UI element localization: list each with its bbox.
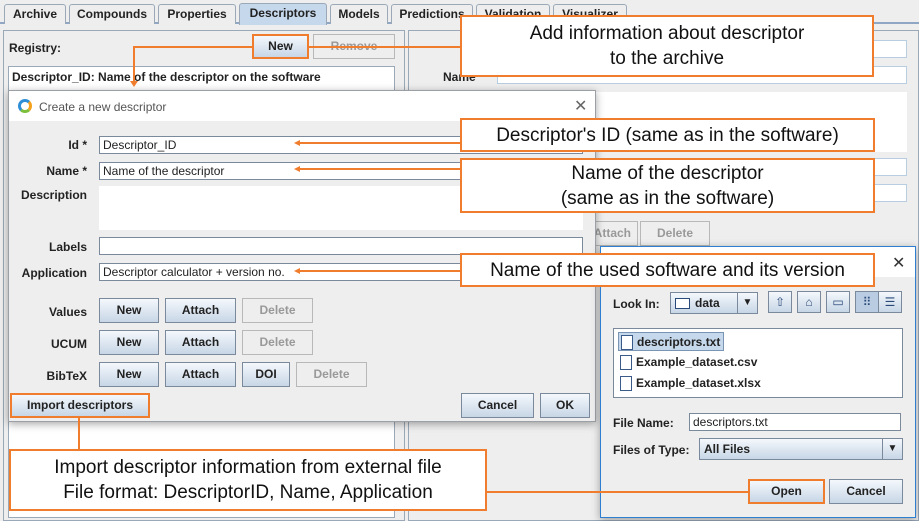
file-item[interactable]: Example_dataset.csv — [618, 353, 757, 372]
ucum-delete-button[interactable]: Delete — [242, 330, 313, 355]
look-in-label: Look In: — [613, 297, 660, 311]
new-descriptor-button[interactable]: New — [252, 34, 309, 59]
connector-line — [133, 46, 252, 48]
id-label: Id * — [68, 138, 87, 152]
new-folder-icon[interactable]: ▭ — [826, 291, 850, 313]
name-label: Name * — [46, 164, 87, 178]
file-dialog-close-icon[interactable]: ✕ — [892, 253, 905, 273]
callout-import: Import descriptor information from exter… — [9, 449, 487, 511]
close-icon[interactable]: ✕ — [574, 96, 587, 116]
folder-icon — [675, 298, 690, 309]
connector-line — [309, 46, 460, 48]
arrowhead — [130, 81, 138, 87]
app-logo-icon — [18, 99, 32, 113]
ok-button[interactable]: OK — [540, 393, 590, 418]
import-descriptors-button[interactable]: Import descriptors — [10, 393, 150, 418]
ucum-attach-button[interactable]: Attach — [165, 330, 236, 355]
look-in-value: data — [695, 296, 720, 310]
values-new-button[interactable]: New — [99, 298, 159, 323]
connector-line — [300, 168, 460, 170]
description-label: Description — [20, 188, 87, 202]
details-delete-button[interactable]: Delete — [640, 221, 710, 246]
callout-new: Add information about descriptor to the a… — [460, 15, 874, 77]
values-label: Values — [48, 305, 87, 319]
callout-name: Name of the descriptor (same as in the so… — [460, 158, 875, 213]
ucum-label: UCUM — [51, 337, 87, 351]
values-delete-button[interactable]: Delete — [242, 298, 313, 323]
connector-line — [78, 418, 80, 449]
dialog-titlebar: Create a new descriptor ✕ — [9, 91, 595, 121]
callout-id: Descriptor's ID (same as in the software… — [460, 118, 875, 152]
connector-line — [487, 491, 748, 493]
bibtex-attach-button[interactable]: Attach — [165, 362, 236, 387]
file-name-field[interactable]: descriptors.txt — [689, 413, 901, 431]
bibtex-delete-button[interactable]: Delete — [296, 362, 367, 387]
labels-label: Labels — [48, 240, 87, 254]
file-list[interactable]: descriptors.txt Example_dataset.csv Exam… — [613, 328, 903, 398]
arrowhead — [294, 140, 300, 146]
up-folder-icon[interactable]: ⇧ — [768, 291, 792, 313]
connector-line — [300, 142, 460, 144]
connector-line — [133, 46, 135, 83]
files-of-type-label: Files of Type: — [613, 443, 690, 457]
cancel-button[interactable]: Cancel — [461, 393, 534, 418]
tab-descriptors[interactable]: Descriptors — [239, 3, 327, 25]
chevron-down-icon[interactable]: ▼ — [737, 293, 757, 313]
connector-line — [300, 270, 460, 272]
values-attach-button[interactable]: Attach — [165, 298, 236, 323]
arrowhead — [294, 166, 300, 172]
file-icon — [620, 355, 632, 370]
ucum-new-button[interactable]: New — [99, 330, 159, 355]
bibtex-label: BibTeX — [46, 369, 87, 383]
bibtex-new-button[interactable]: New — [99, 362, 159, 387]
list-view-icon[interactable]: ⠿ — [855, 291, 879, 313]
callout-application: Name of the used software and its versio… — [460, 253, 875, 287]
chevron-down-icon[interactable]: ▼ — [882, 439, 902, 459]
arrowhead — [294, 268, 300, 274]
file-item[interactable]: Example_dataset.xlsx — [618, 374, 761, 393]
tab-models[interactable]: Models — [330, 4, 388, 24]
bibtex-doi-button[interactable]: DOI — [242, 362, 290, 387]
files-of-type-combo[interactable]: All Files ▼ — [699, 438, 903, 460]
tab-compounds[interactable]: Compounds — [69, 4, 155, 24]
details-view-icon[interactable]: ☰ — [878, 291, 902, 313]
file-icon — [620, 376, 632, 391]
file-icon — [621, 335, 633, 350]
tab-properties[interactable]: Properties — [158, 4, 236, 24]
file-item[interactable]: descriptors.txt — [618, 332, 725, 351]
file-cancel-button[interactable]: Cancel — [829, 479, 903, 504]
look-in-combo[interactable]: data ▼ — [670, 292, 758, 314]
files-of-type-value: All Files — [704, 442, 751, 456]
home-icon[interactable]: ⌂ — [797, 291, 821, 313]
tab-archive[interactable]: Archive — [4, 4, 66, 24]
registry-item[interactable]: Descriptor_ID: Name of the descriptor on… — [9, 67, 394, 87]
open-button[interactable]: Open — [748, 479, 825, 504]
dialog-title: Create a new descriptor — [39, 100, 167, 114]
application-label: Application — [21, 266, 87, 280]
file-name-label: File Name: — [613, 416, 674, 430]
registry-label: Registry: — [9, 41, 62, 55]
